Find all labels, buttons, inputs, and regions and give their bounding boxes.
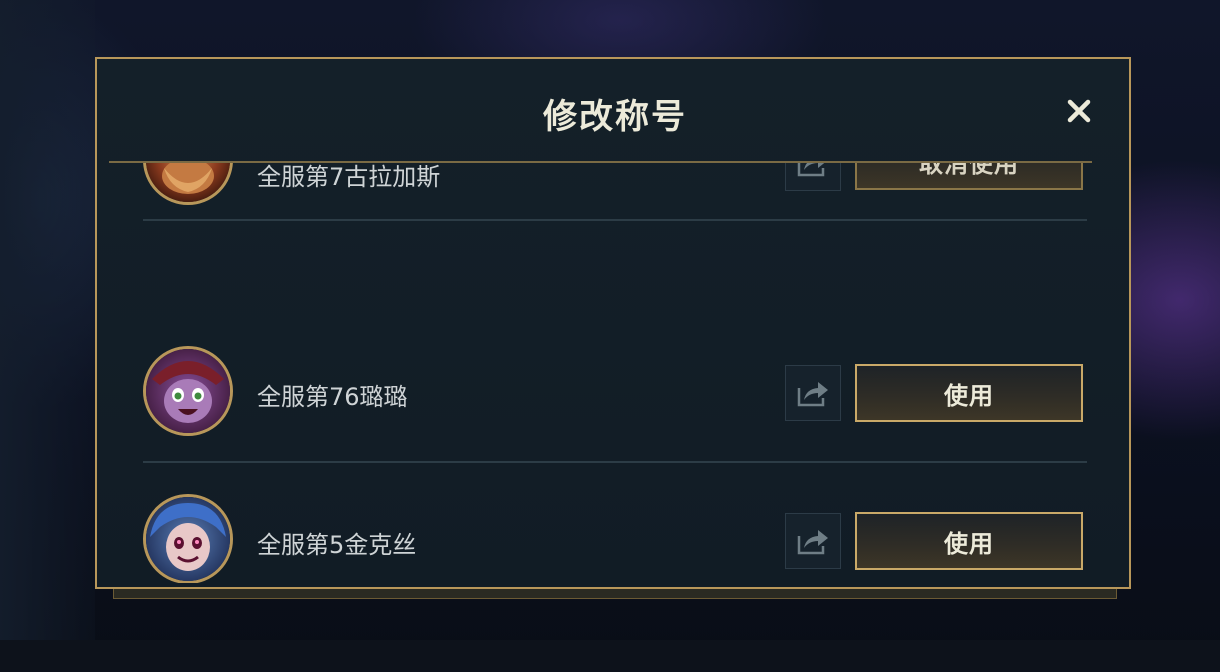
cancel-use-button[interactable]: 取消使用: [855, 163, 1083, 190]
title-name: 全服第76璐璐: [257, 383, 408, 411]
lulu-avatar: [143, 346, 233, 436]
share-icon: [797, 163, 825, 177]
title-row: 全服第7古拉加斯 取消使用: [143, 163, 1087, 265]
close-button[interactable]: [1061, 93, 1097, 129]
share-icon: [797, 382, 828, 407]
title-row: 全服第76璐璐 使用: [143, 315, 1087, 463]
background-left-panel: [0, 0, 95, 672]
share-icon: [797, 530, 828, 555]
use-button[interactable]: 使用: [855, 364, 1083, 422]
title-name: 全服第7古拉加斯: [257, 163, 441, 191]
share-button[interactable]: [785, 365, 841, 421]
jinx-avatar: [143, 494, 233, 583]
title-name: 全服第5金克丝: [257, 531, 417, 559]
title-row: 全服第5金克丝 使用: [143, 463, 1087, 583]
share-button[interactable]: [785, 513, 841, 569]
title-list[interactable]: 全服第7古拉加斯 取消使用 全服第76璐璐 使用 全服第5金克丝 使用: [143, 163, 1087, 583]
gragas-avatar: [143, 163, 233, 205]
row-divider: [143, 219, 1087, 221]
share-button[interactable]: [785, 163, 841, 191]
background-bottom-strip: [0, 640, 1220, 672]
close-icon: [1067, 99, 1091, 123]
change-title-dialog: 修改称号 全服第7古拉加斯 取消使用 全服第76璐璐 使用 全服第5金克丝 使用: [95, 57, 1131, 589]
use-button[interactable]: 使用: [855, 512, 1083, 570]
dialog-title: 修改称号: [543, 97, 687, 137]
